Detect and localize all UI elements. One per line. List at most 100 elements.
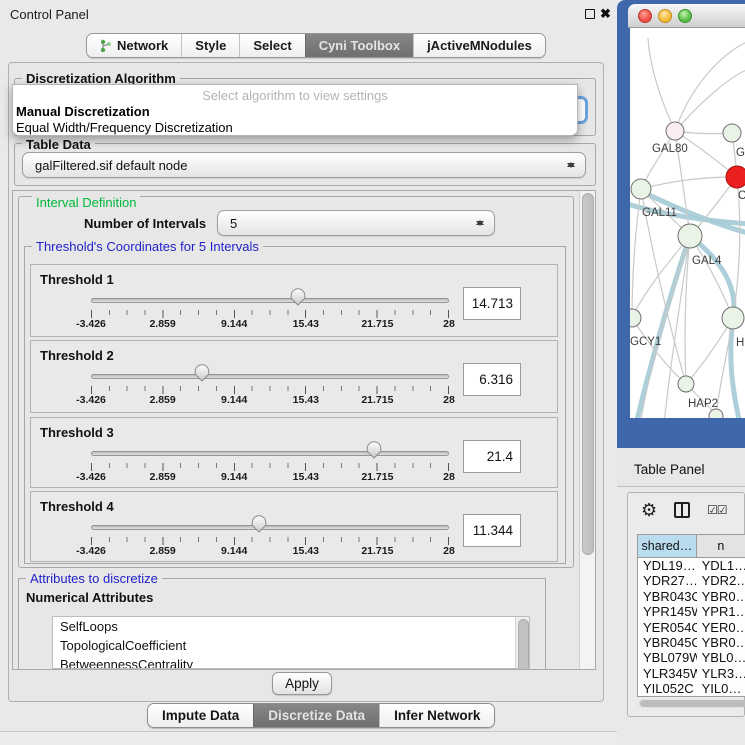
table-row[interactable]: YER054CYER0…: [638, 620, 745, 635]
slider-tick-label: 21.715: [361, 471, 393, 483]
scrollbar-thumb[interactable]: [640, 700, 745, 707]
table-rows: YDL19…YDL1…YDR27…YDR2…YBR043CYBR0…YPR145…: [638, 558, 745, 697]
threshold-3-value-field[interactable]: 21.4: [463, 440, 521, 473]
network-node[interactable]: [726, 166, 745, 188]
columns-icon[interactable]: [674, 502, 690, 518]
table-row[interactable]: YBL079WYBL0…: [638, 650, 745, 665]
gear-icon[interactable]: ⚙: [641, 500, 657, 520]
attributes-to-discretize-label: Attributes to discretize: [26, 571, 162, 586]
cell-shared-name: YDR27…: [638, 573, 697, 588]
threshold-1-value-field[interactable]: 14.713: [463, 287, 521, 320]
tab-infer-network[interactable]: Infer Network: [379, 704, 494, 727]
float-window-icon[interactable]: [585, 9, 595, 19]
threshold-3-slider-thumb[interactable]: [366, 441, 382, 459]
table-row[interactable]: YDL19…YDL1…: [638, 558, 745, 573]
threshold-1-slider-thumb[interactable]: [290, 288, 306, 306]
network-edge[interactable]: [675, 40, 745, 131]
tab-label: Network: [117, 38, 168, 53]
network-node[interactable]: [630, 309, 641, 327]
network-window-titlebar[interactable]: [628, 4, 745, 28]
threshold-2-label: Threshold 2: [40, 348, 114, 363]
network-edge[interactable]: [632, 236, 690, 318]
network-view-canvas[interactable]: GAL80GAL11GAL4GCY1HAP2GCH: [630, 28, 745, 418]
slider-tick-label: 9.144: [221, 545, 247, 557]
network-node[interactable]: [666, 122, 684, 140]
slider-tick-label: -3.426: [76, 545, 106, 557]
cell-shared-name: YPR145W: [638, 604, 697, 619]
apply-button[interactable]: Apply: [272, 672, 332, 695]
settings-scrollbar[interactable]: [579, 191, 595, 669]
slider-tick-label: 9.144: [221, 471, 247, 483]
threshold-4-slider-thumb[interactable]: [251, 515, 267, 533]
network-edge[interactable]: [675, 68, 745, 131]
popup-option-equal-width-frequency[interactable]: Equal Width/Frequency Discretization: [16, 120, 233, 135]
tab-discretize-data[interactable]: Discretize Data: [253, 704, 379, 727]
combo-arrows-icon: [473, 215, 486, 231]
threshold-2-value-field[interactable]: 6.316: [463, 363, 521, 396]
checkbox-icons[interactable]: ☑☑: [707, 503, 727, 517]
column-header-name[interactable]: n: [697, 535, 745, 557]
list-item[interactable]: SelfLoops: [53, 617, 529, 636]
popup-placeholder: Select algorithm to view settings: [13, 88, 577, 103]
table-row[interactable]: YBR045CYBR0…: [638, 635, 745, 650]
table-data-combobox[interactable]: galFiltered.sif default node: [22, 152, 586, 178]
slider-tick-label: -3.426: [76, 318, 106, 330]
window-bottom-strip: [0, 732, 617, 745]
slider-tick-label: 9.144: [221, 394, 247, 406]
tab-style[interactable]: Style: [181, 34, 239, 57]
network-node[interactable]: [631, 179, 651, 199]
table-row[interactable]: YPR145WYPR1…: [638, 604, 745, 619]
close-traffic-light[interactable]: [638, 9, 652, 23]
network-node[interactable]: [678, 224, 702, 248]
threshold-4-value-field[interactable]: 11.344: [463, 514, 521, 547]
slider-tick-label: 2.859: [149, 318, 175, 330]
network-node[interactable]: [722, 307, 744, 329]
close-icon[interactable]: ✖: [600, 5, 611, 23]
table-row[interactable]: YBR043CYBR0…: [638, 589, 745, 604]
tab-network[interactable]: Network: [87, 34, 181, 57]
network-node[interactable]: [723, 124, 741, 142]
slider-tick-label: 2.859: [149, 471, 175, 483]
cell-shared-name: YBR043C: [638, 589, 697, 604]
slider-tick-labels: -3.4262.8599.14415.4321.71528: [91, 545, 449, 559]
threshold-2-slider-thumb[interactable]: [194, 364, 210, 382]
table-panel-header: Table Panel: [617, 448, 745, 487]
tab-label: Select: [253, 38, 291, 53]
table-row[interactable]: YLR345WYLR3…: [638, 666, 745, 681]
threshold-2-panel: Threshold 2 -3.4262.8599.14415.4321.7152…: [30, 340, 558, 413]
zoom-traffic-light[interactable]: [678, 9, 692, 23]
top-tab-bar: Network Style Select Cyni Toolbox jActiv…: [86, 33, 546, 58]
slider-tick-label: 2.859: [149, 545, 175, 557]
list-item[interactable]: TopologicalCoefficient: [53, 636, 529, 655]
node-label: GAL80: [652, 143, 688, 155]
scrollbar-thumb[interactable]: [582, 193, 594, 555]
tab-select[interactable]: Select: [239, 34, 304, 57]
threshold-1-label: Threshold 1: [40, 272, 114, 287]
network-edge[interactable]: [686, 318, 733, 384]
tab-cyni-toolbox[interactable]: Cyni Toolbox: [305, 34, 413, 57]
threshold-1-panel: Threshold 1 -3.4262.8599.14415.4321.7152…: [30, 264, 558, 337]
table-row[interactable]: YDR27…YDR2…: [638, 573, 745, 588]
table-horizontal-scrollbar[interactable]: [638, 699, 745, 708]
network-node[interactable]: [678, 376, 694, 392]
cell-name: YDR2…: [697, 573, 745, 588]
minimize-traffic-light[interactable]: [658, 9, 672, 23]
network-node[interactable]: [709, 409, 723, 418]
slider-tick-label: 15.43: [293, 545, 319, 557]
network-edge[interactable]: [641, 177, 737, 189]
table-row[interactable]: YIL052CYIL0…: [638, 681, 745, 696]
popup-option-manual-discretization[interactable]: Manual Discretization: [16, 104, 150, 119]
tab-impute-data[interactable]: Impute Data: [148, 704, 253, 727]
network-edge[interactable]: [648, 38, 675, 131]
list-item[interactable]: BetweennessCentrality: [53, 655, 529, 669]
tab-jactivemnodules[interactable]: jActiveMNodules: [413, 34, 545, 57]
cell-shared-name: YLR345W: [638, 666, 697, 681]
network-edge[interactable]: [685, 236, 690, 384]
list-scrollbar[interactable]: [515, 617, 530, 669]
column-header-shared[interactable]: shared…: [638, 535, 697, 557]
number-of-intervals-label: Number of Intervals: [84, 216, 206, 231]
number-of-intervals-combobox[interactable]: 5: [217, 210, 495, 236]
tab-label: jActiveMNodules: [427, 38, 532, 53]
thresholds-group-label: Threshold's Coordinates for 5 Intervals: [32, 239, 263, 254]
slider-tick-label: 21.715: [361, 318, 393, 330]
